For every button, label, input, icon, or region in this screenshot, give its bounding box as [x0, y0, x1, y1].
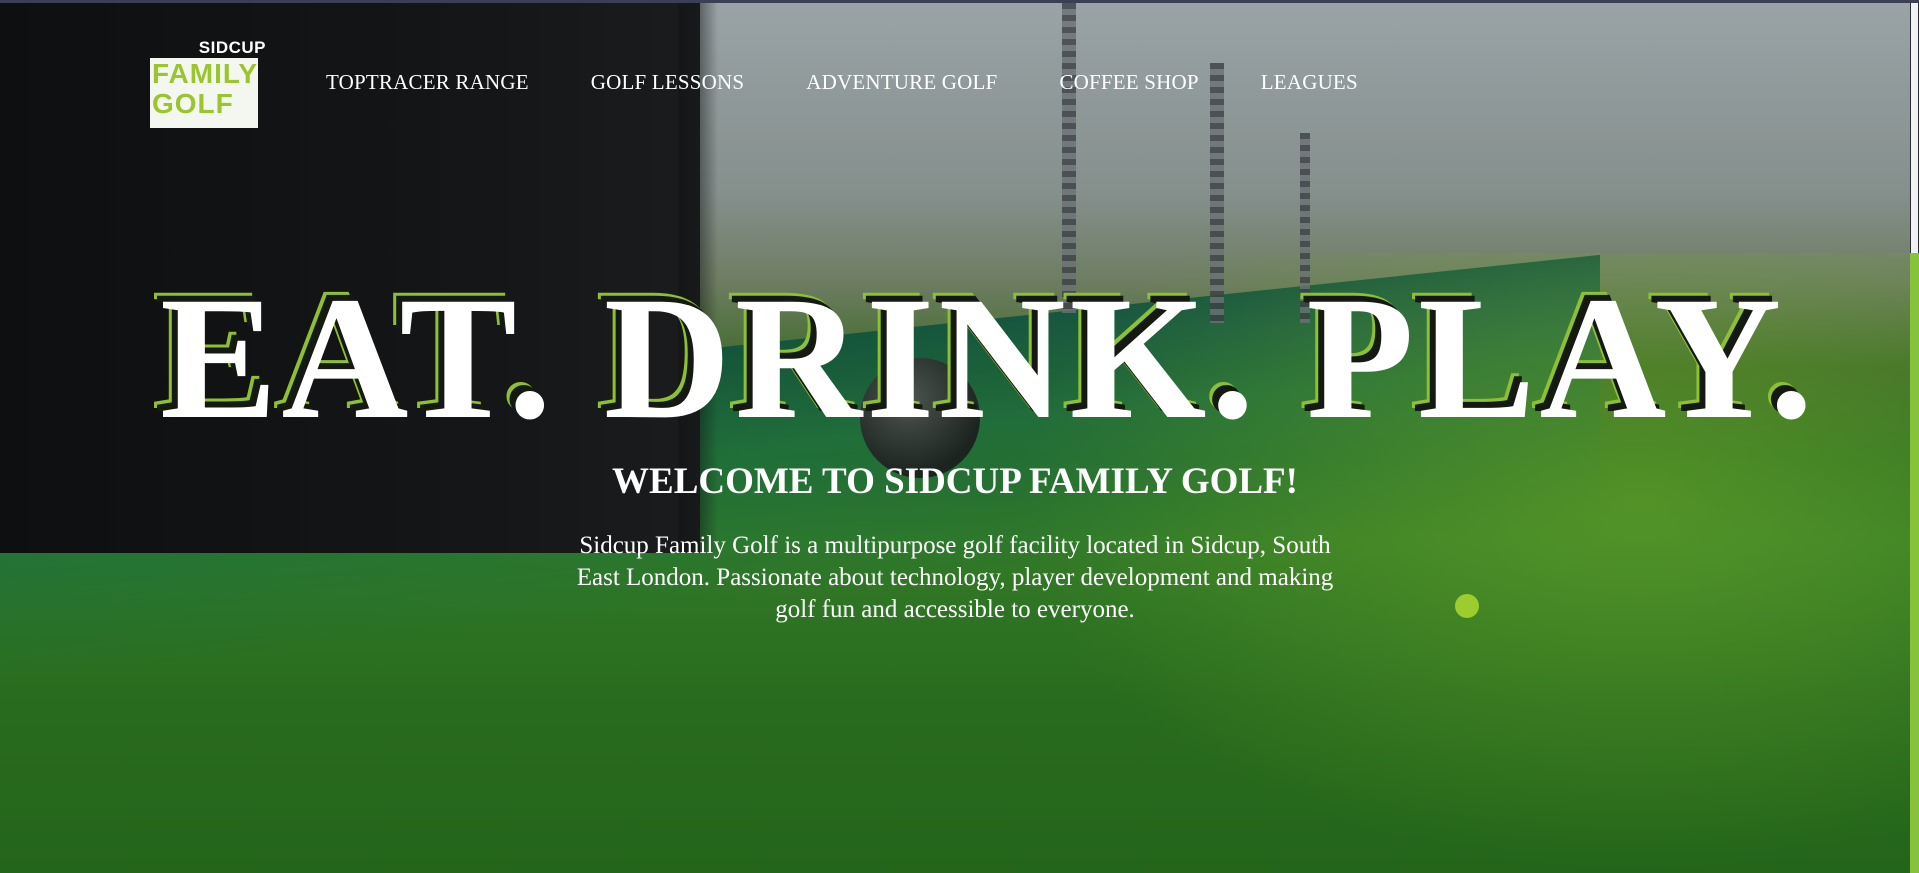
nav-toptracer-range[interactable]: TOPTRACER RANGE — [326, 70, 529, 95]
nav-leagues[interactable]: LEAGUES — [1261, 70, 1358, 95]
site-logo[interactable]: SIDCUP FAMILY GOLF — [148, 38, 266, 130]
scrollbar-accent — [1910, 253, 1919, 873]
scrollbar-thumb[interactable] — [1911, 3, 1918, 253]
decorative-dot — [1455, 594, 1479, 618]
hero-description: Sidcup Family Golf is a multipurpose gol… — [576, 532, 1334, 623]
logo-family-text: FAMILY — [152, 58, 259, 89]
hero-headline: EAT. DRINK. PLAY. — [160, 261, 1818, 456]
logo-golf-text: GOLF — [152, 88, 234, 119]
main-nav: TOPTRACER RANGE GOLF LESSONS ADVENTURE G… — [326, 70, 1358, 95]
nav-adventure-golf[interactable]: ADVENTURE GOLF — [806, 70, 997, 95]
nav-golf-lessons[interactable]: GOLF LESSONS — [591, 70, 745, 95]
vertical-scrollbar[interactable] — [1910, 3, 1919, 873]
logo-sidcup-text: SIDCUP — [198, 38, 266, 57]
nav-coffee-shop[interactable]: COFFEE SHOP — [1059, 70, 1198, 95]
top-border — [0, 0, 1919, 3]
welcome-heading: WELCOME TO SIDCUP FAMILY GOLF! — [612, 461, 1298, 502]
